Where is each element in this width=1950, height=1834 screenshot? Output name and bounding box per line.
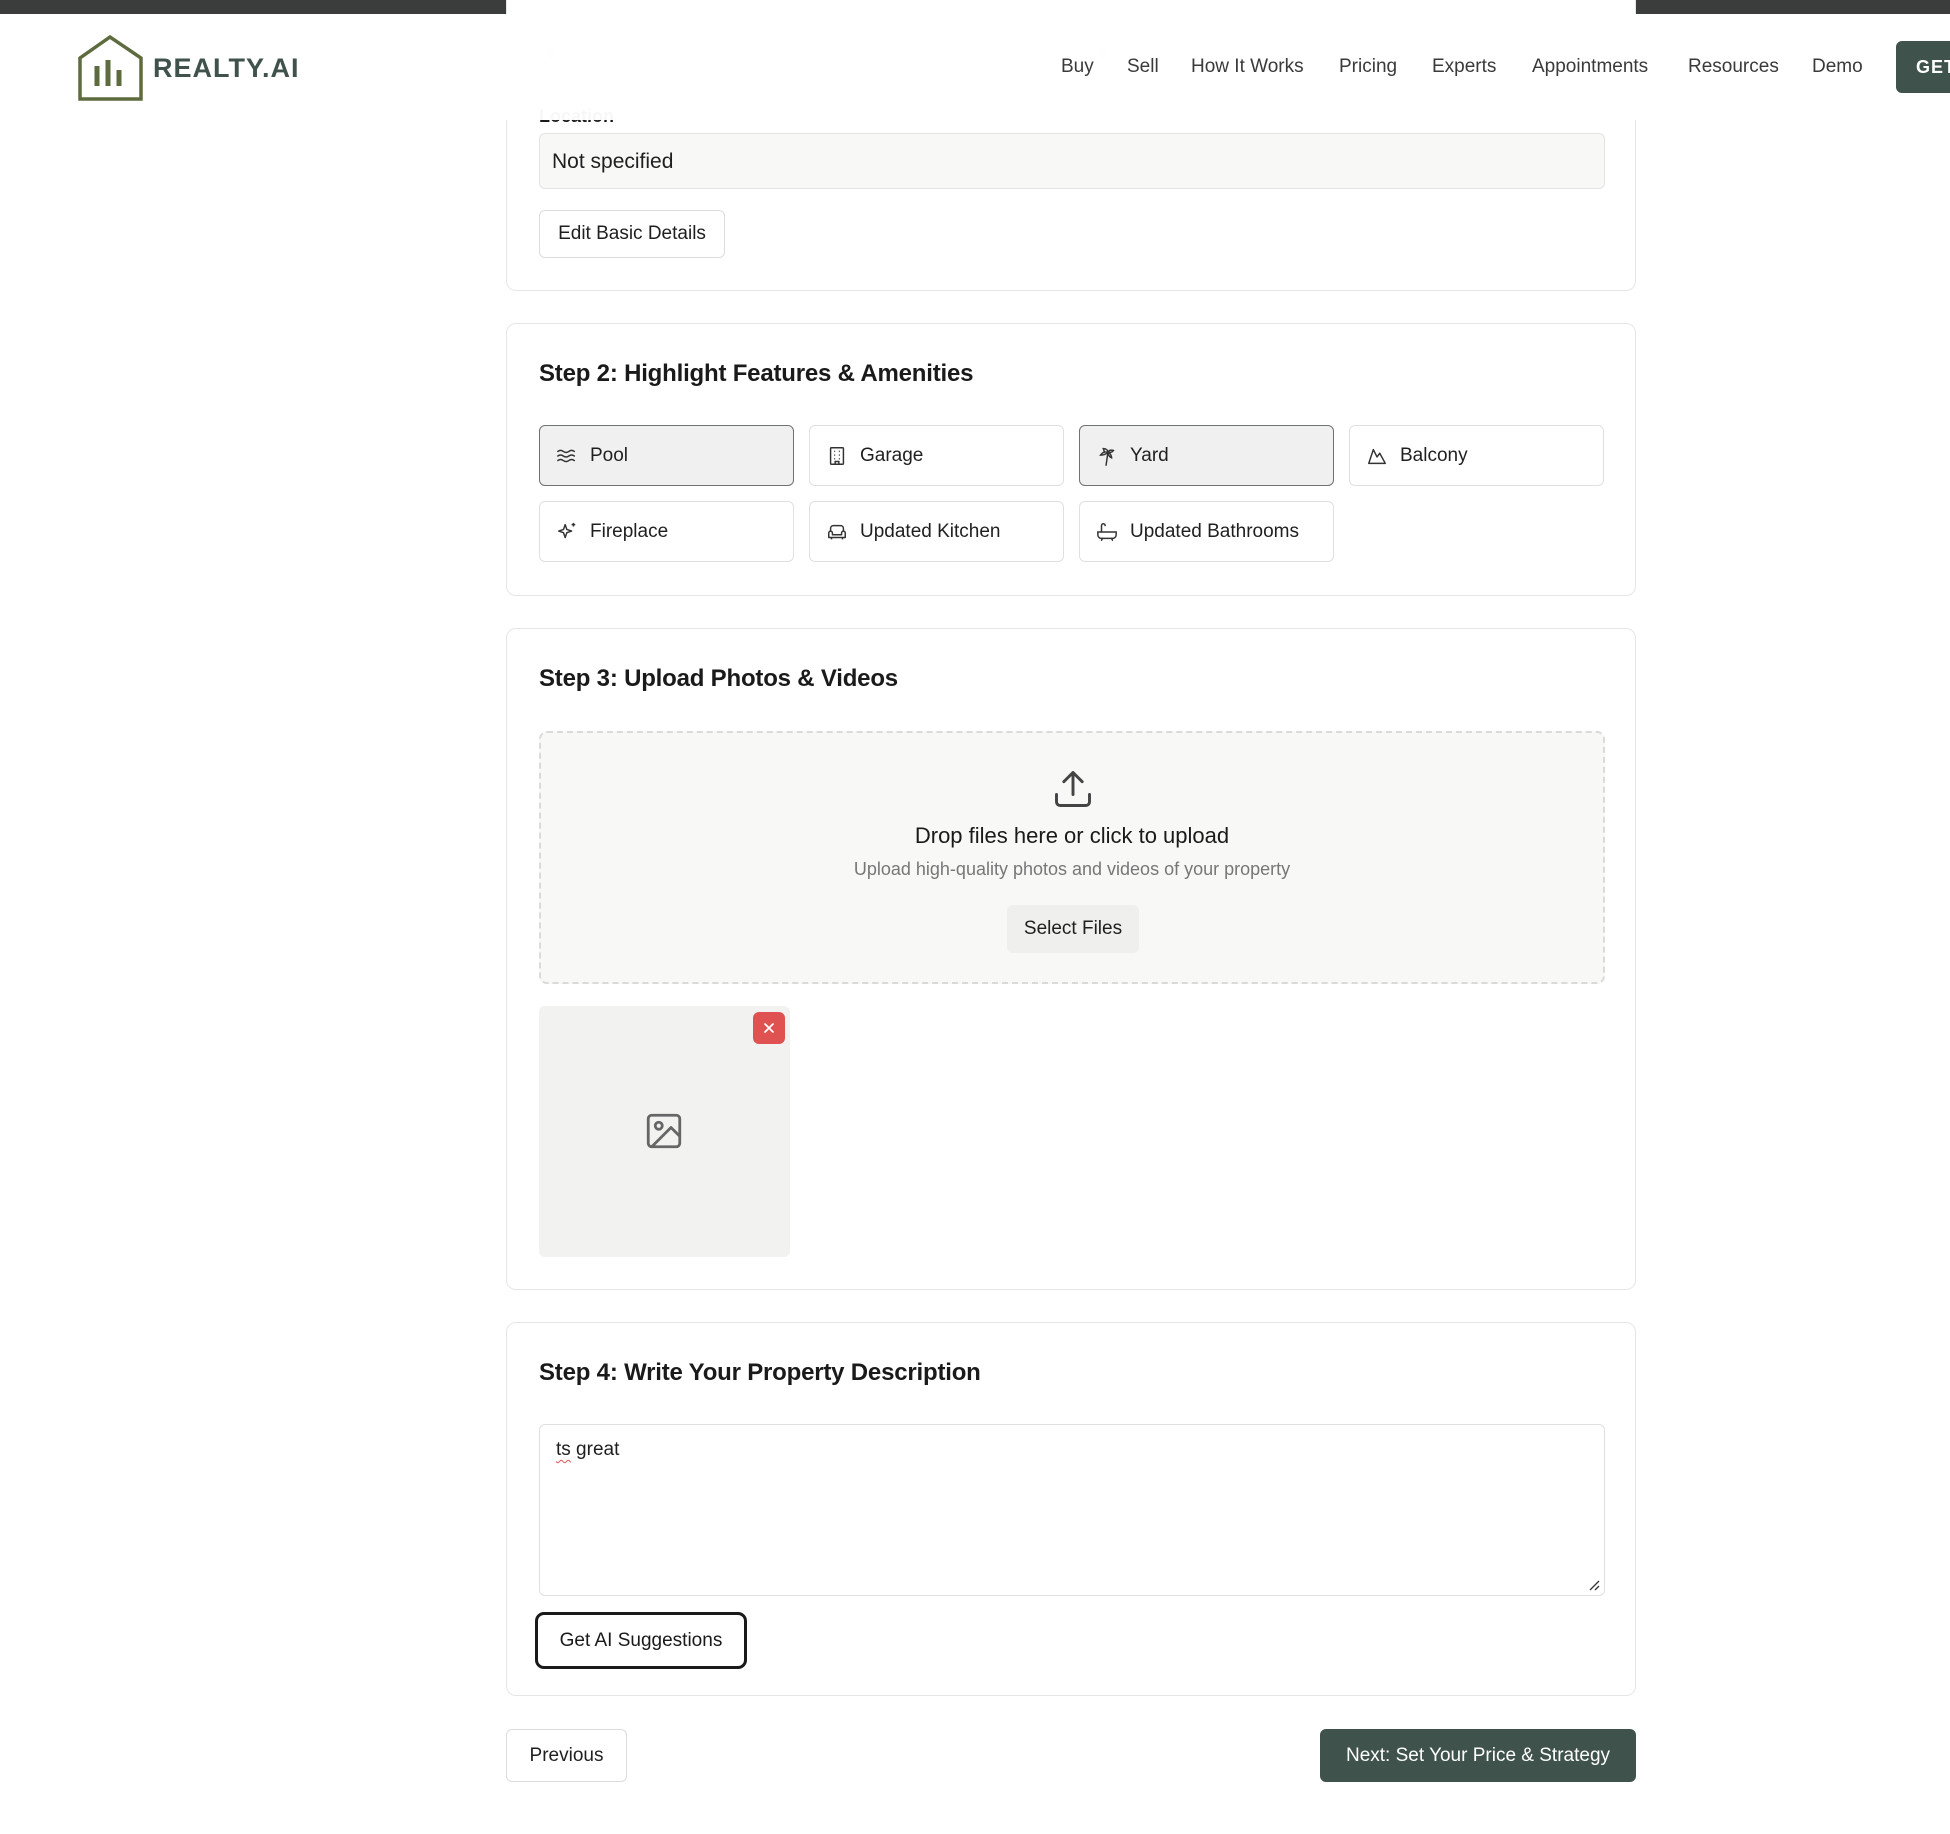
nav-buy[interactable]: Buy xyxy=(1061,56,1094,78)
step4-title: Step 4: Write Your Property Description xyxy=(539,1359,981,1386)
remove-file-button[interactable] xyxy=(753,1012,785,1044)
feature-fireplace[interactable]: Fireplace xyxy=(539,501,794,562)
feature-balcony[interactable]: Balcony xyxy=(1349,425,1604,486)
feature-updated-kitchen[interactable]: Updated Kitchen xyxy=(809,501,1064,562)
feature-updated-bathrooms[interactable]: Updated Bathrooms xyxy=(1079,501,1334,562)
feature-garage[interactable]: Garage xyxy=(809,425,1064,486)
step3-title: Step 3: Upload Photos & Videos xyxy=(539,665,898,692)
location-field: Not specified xyxy=(539,133,1605,189)
feature-yard[interactable]: Yard xyxy=(1079,425,1334,486)
feature-label: Balcony xyxy=(1400,444,1468,466)
select-files-button[interactable]: Select Files xyxy=(1007,905,1139,953)
nav-demo[interactable]: Demo xyxy=(1812,56,1863,78)
nav-appointments[interactable]: Appointments xyxy=(1532,56,1648,78)
step2-title: Step 2: Highlight Features & Amenities xyxy=(539,360,974,387)
nav-resources[interactable]: Resources xyxy=(1688,56,1779,78)
feature-label: Yard xyxy=(1130,444,1169,466)
nav-sell[interactable]: Sell xyxy=(1127,56,1159,78)
description-textarea[interactable]: ts great xyxy=(539,1424,1605,1596)
house-chart-icon xyxy=(78,34,143,101)
bath-icon xyxy=(1096,521,1118,543)
get-ai-suggestions-button[interactable]: Get AI Suggestions xyxy=(535,1612,747,1669)
building-icon xyxy=(826,445,848,467)
waves-icon xyxy=(556,445,578,467)
get-started-button[interactable]: GET xyxy=(1896,41,1950,93)
image-placeholder-icon xyxy=(646,1113,682,1149)
resize-grip-icon[interactable] xyxy=(1586,1577,1600,1591)
close-icon xyxy=(764,1023,774,1033)
previous-button[interactable]: Previous xyxy=(506,1729,627,1782)
upload-icon xyxy=(1055,771,1091,807)
next-button[interactable]: Next: Set Your Price & Strategy xyxy=(1320,1729,1636,1782)
nav-how-it-works[interactable]: How It Works xyxy=(1191,56,1304,78)
step4-card: Step 4: Write Your Property Description … xyxy=(506,1322,1636,1696)
feature-pool[interactable]: Pool xyxy=(539,425,794,486)
misspelled-word: ts xyxy=(556,1439,571,1460)
description-text: great xyxy=(570,1439,620,1460)
site-header: REALTY.AI Buy Sell How It Works Pricing … xyxy=(0,14,1950,120)
palm-tree-icon xyxy=(1096,445,1118,467)
nav-experts[interactable]: Experts xyxy=(1432,56,1496,78)
feature-label: Updated Bathrooms xyxy=(1130,520,1299,542)
feature-label: Pool xyxy=(590,444,629,466)
sparkles-icon xyxy=(556,521,578,543)
upload-dropzone[interactable]: Drop files here or click to upload Uploa… xyxy=(539,731,1605,984)
dropzone-subtitle: Upload high-quality photos and videos of… xyxy=(853,859,1291,879)
feature-label: Fireplace xyxy=(590,520,669,542)
logo[interactable]: REALTY.AI xyxy=(77,34,300,102)
dropzone-title: Drop files here or click to upload xyxy=(914,823,1230,848)
step2-card: Step 2: Highlight Features & Amenities P… xyxy=(506,323,1636,596)
feature-label: Garage xyxy=(860,444,924,466)
sofa-icon xyxy=(826,521,848,543)
edit-basic-details-button[interactable]: Edit Basic Details xyxy=(539,210,725,258)
mountain-icon xyxy=(1366,445,1388,467)
step3-card: Step 3: Upload Photos & Videos Drop file… xyxy=(506,628,1636,1290)
nav-pricing[interactable]: Pricing xyxy=(1339,56,1397,78)
feature-label: Updated Kitchen xyxy=(860,520,1001,542)
logo-text: REALTY.AI xyxy=(153,52,300,83)
uploaded-file-thumbnail[interactable] xyxy=(539,1006,790,1257)
